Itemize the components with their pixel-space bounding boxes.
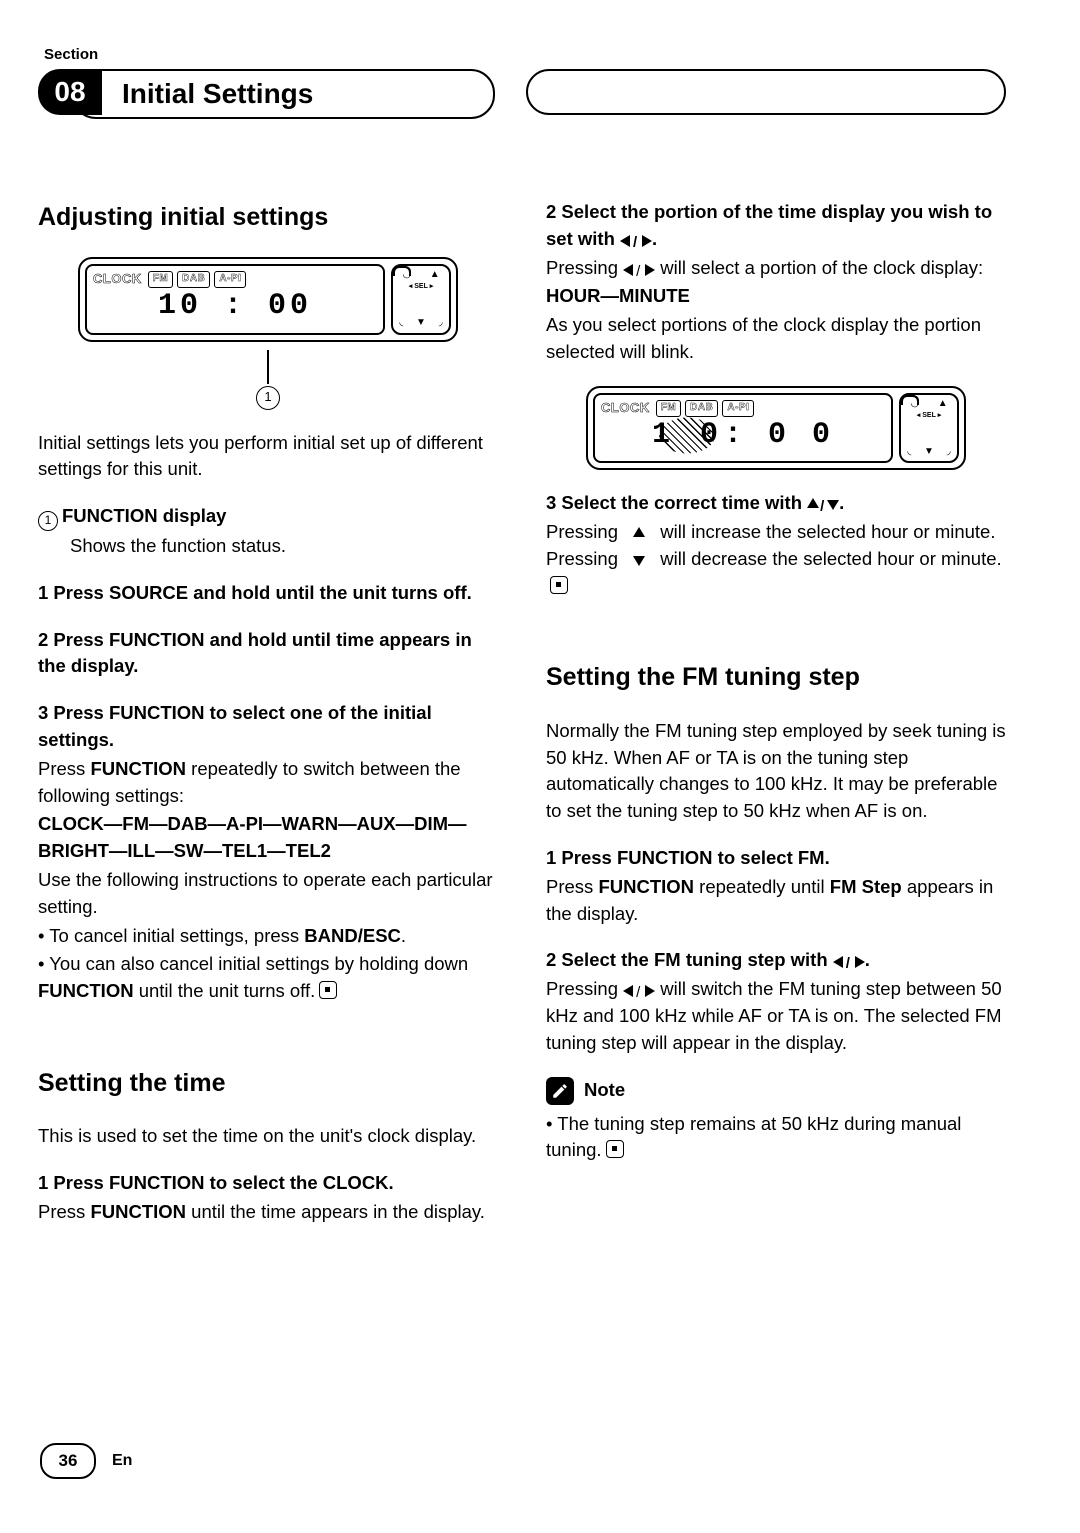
- up-arrow-icon: [623, 527, 655, 539]
- note-heading: Note: [546, 1077, 1006, 1105]
- lcd-time: 10 : 00: [93, 285, 377, 329]
- note-text: • The tuning step remains at 50 kHz duri…: [546, 1111, 1006, 1165]
- end-mark-icon: [606, 1140, 624, 1158]
- lcd-side-panel: ◡▲ ◂ SEL ▸ ◟▼◞: [391, 264, 451, 334]
- fm-step-2: 2 Select the FM tuning step with /. Pres…: [546, 947, 1006, 1056]
- page-header: 08 Initial Settings: [38, 69, 1006, 119]
- callout-1: 1: [256, 386, 280, 410]
- page-number: 36: [40, 1443, 96, 1479]
- page-title-pill: Initial Settings: [72, 69, 495, 119]
- end-mark-icon: [550, 576, 568, 594]
- heading-adjusting: Adjusting initial settings: [38, 199, 498, 235]
- time-step-3: 3 Select the correct time with /. Pressi…: [546, 490, 1006, 599]
- page-lang: En: [112, 1452, 132, 1470]
- section-label: Section: [44, 46, 1006, 63]
- fm-intro: Normally the FM tuning step employed by …: [546, 718, 1006, 825]
- pencil-icon: [546, 1077, 574, 1105]
- left-right-arrow-icon: /: [833, 955, 865, 967]
- left-step-1: 1 Press SOURCE and hold until the unit t…: [38, 580, 498, 607]
- function-display-label: 1FUNCTION display: [38, 503, 498, 531]
- lcd-illustration-1: CLOCK FM DAB A-PI 10 : 00 ◡▲ ◂ SEL ▸ ◟▼◞: [78, 257, 458, 341]
- lcd-hour-selected: 1 0: [652, 414, 724, 458]
- end-mark-icon: [319, 981, 337, 999]
- page-title: Initial Settings: [122, 78, 313, 110]
- intro-text: Initial settings lets you perform initia…: [38, 430, 498, 484]
- left-right-arrow-icon: /: [623, 263, 655, 275]
- fm-step-1: 1 Press FUNCTION to select FM. Press FUN…: [546, 845, 1006, 927]
- left-right-arrow-icon: /: [623, 984, 655, 996]
- settings-chain: CLOCK—FM—DAB—A-PI—WARN—AUX—DIM—BRIGHT—IL…: [38, 811, 498, 865]
- right-column: 2 Select the portion of the time display…: [546, 199, 1006, 1246]
- left-column: Adjusting initial settings CLOCK FM DAB …: [38, 199, 498, 1246]
- up-down-arrow-icon: /: [807, 498, 839, 510]
- hour-minute: HOUR—MINUTE: [546, 283, 1006, 310]
- header-right-pill: [526, 69, 1006, 115]
- time-step-1: 1 Press FUNCTION to select the CLOCK. Pr…: [38, 1170, 498, 1226]
- left-step-2: 2 Press FUNCTION and hold until time app…: [38, 627, 498, 681]
- callout-line: [267, 350, 269, 384]
- lcd-illustration-2: CLOCK FM DAB A-PI 1 0: 0 0 ◡▲ ◂ SEL ▸ ◟▼…: [586, 386, 966, 470]
- page-footer: 36 En: [40, 1443, 132, 1479]
- heading-fm-tuning: Setting the FM tuning step: [546, 659, 1006, 695]
- lcd-clock-label: CLOCK: [93, 270, 144, 289]
- down-arrow-icon: [623, 554, 655, 566]
- function-display-text: Shows the function status.: [70, 533, 498, 560]
- left-right-arrow-icon: /: [620, 234, 652, 246]
- left-step-3: 3 Press FUNCTION to select one of the in…: [38, 700, 498, 1005]
- heading-setting-time: Setting the time: [38, 1065, 498, 1101]
- time-step-2: 2 Select the portion of the time display…: [546, 199, 1006, 366]
- section-number-tab: 08: [38, 69, 102, 115]
- setting-time-intro: This is used to set the time on the unit…: [38, 1123, 498, 1150]
